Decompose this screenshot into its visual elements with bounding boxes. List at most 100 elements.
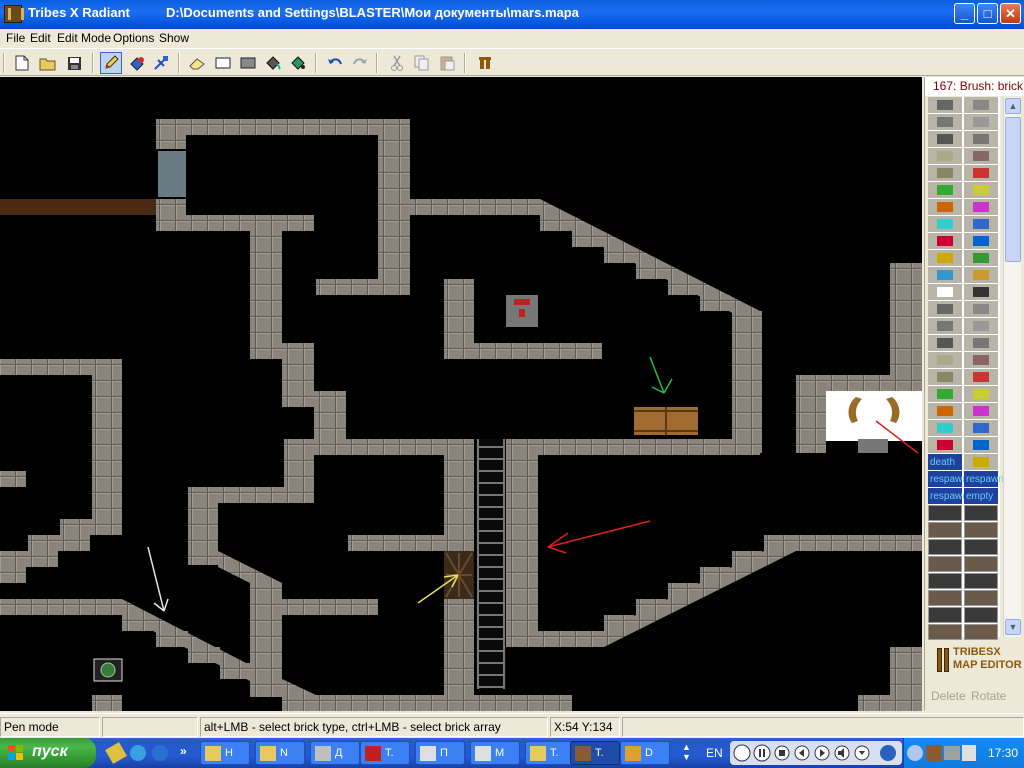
eraser-icon[interactable] (186, 52, 208, 74)
brush-tile[interactable] (928, 216, 962, 232)
menu-show[interactable]: Show (159, 31, 189, 45)
brush-tile[interactable] (928, 301, 962, 317)
save-icon[interactable] (63, 52, 85, 74)
brush-tile[interactable] (928, 624, 962, 640)
brush-tile[interactable] (964, 556, 998, 572)
menu-edit-mode[interactable]: Edit Mode (57, 31, 111, 45)
brush-tile[interactable] (928, 403, 962, 419)
menu-edit[interactable]: Edit (30, 31, 51, 45)
cut-icon[interactable] (386, 52, 408, 74)
brush-tile[interactable] (928, 437, 962, 453)
brush-tile[interactable] (964, 522, 998, 538)
brush-tile[interactable]: respawn (928, 488, 968, 504)
taskbar-button[interactable]: Т. (360, 741, 410, 765)
brush-tile[interactable] (964, 318, 998, 334)
brush-tile[interactable] (928, 250, 962, 266)
bucket-icon[interactable] (262, 52, 284, 74)
paste-icon[interactable] (436, 52, 458, 74)
brush-tile[interactable] (964, 590, 998, 606)
redo-icon[interactable] (349, 52, 371, 74)
tray-chevron-icon[interactable] (907, 745, 923, 761)
brush-tile[interactable] (964, 250, 998, 266)
taskbar-button[interactable]: N (255, 741, 305, 765)
media-player-toolbar[interactable] (730, 741, 902, 765)
brush-tile[interactable] (928, 607, 962, 623)
filled-rectangle-icon[interactable] (237, 52, 259, 74)
brush-tile[interactable] (964, 267, 998, 283)
clock[interactable]: 17:30 (988, 746, 1018, 760)
palette-scrollbar[interactable]: ▲ ▼ (1003, 97, 1021, 637)
quicklaunch-ie-icon[interactable] (152, 745, 168, 761)
brush-tile[interactable] (964, 454, 998, 470)
task-scroll-arrows[interactable]: ▲ ▼ (682, 742, 694, 764)
taskbar-button[interactable]: М (470, 741, 520, 765)
brush-tile[interactable] (928, 182, 962, 198)
brush-tile[interactable] (928, 233, 962, 249)
brush-tile[interactable] (964, 335, 998, 351)
menu-file[interactable]: File (6, 31, 25, 45)
rotate-button[interactable]: Rotate (971, 689, 1006, 703)
undo-icon[interactable] (324, 52, 346, 74)
brush-tile[interactable] (928, 369, 962, 385)
brush-tile[interactable] (928, 165, 962, 181)
start-button[interactable]: пуск (0, 738, 96, 768)
brush-tile[interactable] (928, 131, 962, 147)
brush-tile[interactable] (964, 233, 998, 249)
quicklaunch-more-chevron[interactable]: » (180, 744, 187, 758)
taskbar-button[interactable]: Т. (570, 741, 620, 765)
brush-tile[interactable]: death (928, 454, 962, 470)
brush-tile[interactable] (928, 386, 962, 402)
volume-icon[interactable] (962, 745, 976, 761)
quicklaunch-pen-icon[interactable] (105, 742, 127, 764)
brush-tile[interactable] (964, 352, 998, 368)
brush-tile[interactable] (964, 539, 998, 555)
pen-icon[interactable] (100, 52, 122, 74)
brush-tile[interactable]: respawn (928, 471, 968, 487)
brush-tile[interactable] (928, 522, 962, 538)
brush-tile[interactable] (964, 573, 998, 589)
brush-tile[interactable] (928, 318, 962, 334)
menu-options[interactable]: Options (113, 31, 154, 45)
brush-tile[interactable] (964, 114, 998, 130)
brush-tile[interactable] (928, 335, 962, 351)
maximize-button[interactable]: □ (977, 3, 998, 24)
taskbar-button[interactable]: Т. (525, 741, 575, 765)
pause-icon[interactable] (474, 52, 496, 74)
brush-tile[interactable] (964, 386, 998, 402)
brush-tile[interactable] (964, 420, 998, 436)
brush-tile[interactable] (964, 403, 998, 419)
bucket-color-icon[interactable] (287, 52, 309, 74)
fill-icon[interactable] (126, 52, 148, 74)
brush-tile[interactable] (964, 199, 998, 215)
taskbar-button[interactable]: Д (310, 741, 360, 765)
brush-tile[interactable]: respawn (964, 471, 1004, 487)
brush-tile[interactable] (964, 148, 998, 164)
brush-tile[interactable] (964, 131, 998, 147)
brush-tile[interactable] (964, 437, 998, 453)
brush-tile[interactable] (928, 199, 962, 215)
brush-tile[interactable] (928, 97, 962, 113)
taskbar-button[interactable]: Н (200, 741, 250, 765)
scroll-down-button[interactable]: ▼ (1005, 619, 1021, 635)
brush-tile[interactable] (928, 505, 962, 521)
tray-app-icon[interactable] (926, 745, 942, 761)
title-bar[interactable]: Tribes X Radiant D:\Documents and Settin… (0, 0, 1024, 29)
brush-tile[interactable] (928, 539, 962, 555)
tribes-app-icon[interactable] (4, 5, 24, 23)
brush-tile[interactable] (928, 556, 962, 572)
brush-tile[interactable] (964, 284, 998, 300)
brush-tile[interactable] (928, 352, 962, 368)
brush-tile[interactable] (928, 148, 962, 164)
minimize-button[interactable]: _ (954, 3, 975, 24)
brush-tile[interactable] (964, 216, 998, 232)
close-button[interactable]: ✕ (1000, 3, 1021, 24)
copy-icon[interactable] (411, 52, 433, 74)
brush-tile[interactable] (964, 182, 998, 198)
open-folder-icon[interactable] (37, 52, 59, 74)
new-file-icon[interactable] (11, 52, 33, 74)
brush-tile[interactable] (964, 624, 998, 640)
brush-tile[interactable] (928, 573, 962, 589)
delete-button[interactable]: Delete (931, 689, 966, 703)
brush-tile[interactable] (928, 284, 962, 300)
quicklaunch-messenger-icon[interactable] (130, 745, 146, 761)
